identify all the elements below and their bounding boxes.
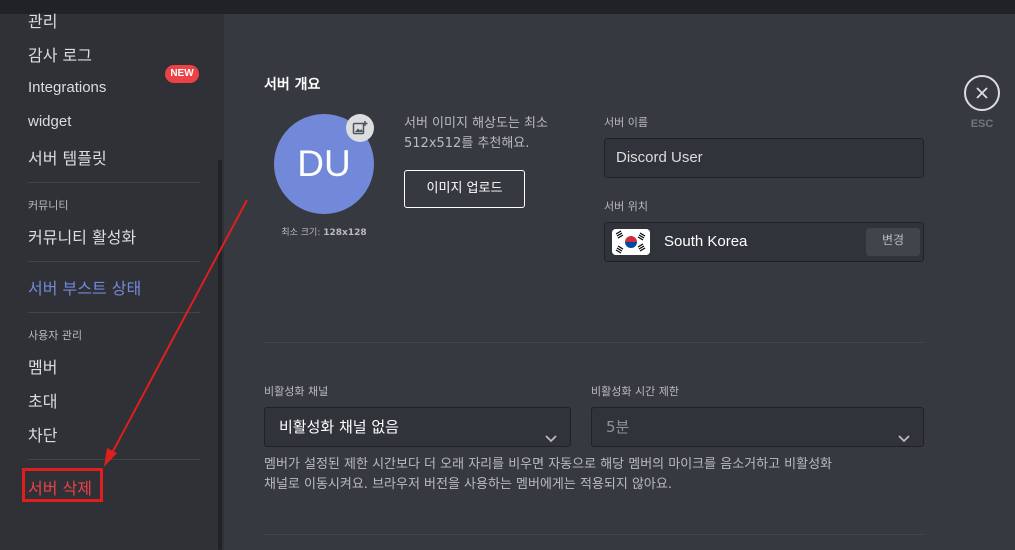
close-button[interactable]: [964, 75, 1000, 111]
afk-channel-label: 비활성화 채널: [264, 385, 329, 398]
sidebar-scrollbar[interactable]: [218, 160, 222, 550]
server-name-input[interactable]: Discord User: [604, 138, 924, 178]
sidebar-item-audit-log[interactable]: 감사 로그: [28, 42, 92, 66]
new-badge: NEW: [165, 65, 199, 83]
upload-image-button[interactable]: 이미지 업로드: [404, 170, 525, 208]
annotation-highlight-box: [22, 468, 103, 502]
add-image-icon[interactable]: [346, 114, 374, 142]
afk-channel-select[interactable]: 비활성화 채널 없음: [264, 407, 571, 447]
sidebar-divider: [28, 182, 200, 183]
image-hint: 서버 이미지 해상도는 최소 512x512를 추천해요.: [404, 116, 548, 151]
afk-timeout-select[interactable]: 5분: [591, 407, 924, 447]
afk-channel-value: 비활성화 채널 없음: [279, 418, 399, 436]
sidebar-divider: [28, 312, 200, 313]
sidebar-item-template[interactable]: 서버 템플릿: [28, 145, 107, 169]
sidebar-item-manage[interactable]: 관리: [28, 8, 57, 32]
sidebar-item-boost-status[interactable]: 서버 부스트 상태: [28, 275, 141, 299]
section-divider: [264, 342, 924, 343]
server-region-value: South Korea: [664, 233, 748, 250]
sidebar-header-user-management: 사용자 관리: [28, 329, 83, 342]
chevron-down-icon: [897, 421, 911, 459]
sidebar-divider: [28, 261, 200, 262]
sidebar-item-invites[interactable]: 초대: [28, 388, 57, 412]
server-name-label: 서버 이름: [604, 116, 648, 129]
page-title: 서버 개요: [264, 77, 321, 93]
sidebar-item-bans[interactable]: 차단: [28, 422, 57, 446]
afk-timeout-value: 5분: [606, 418, 630, 436]
window-top-bar: [0, 0, 1015, 14]
sidebar-item-integrations[interactable]: Integrations: [28, 79, 106, 96]
sidebar-divider: [28, 459, 200, 460]
section-divider: [264, 534, 924, 535]
sidebar-header-community: 커뮤니티: [28, 199, 69, 212]
sidebar-item-members[interactable]: 멤버: [28, 354, 57, 378]
sidebar-item-community-enable[interactable]: 커뮤니티 활성화: [28, 224, 136, 248]
afk-description: 멤버가 설정된 제한 시간보다 더 오래 자리를 비우면 자동으로 해당 멤버의…: [264, 457, 833, 492]
server-region-label: 서버 위치: [604, 200, 648, 213]
sidebar-item-widget[interactable]: widget: [28, 113, 71, 130]
esc-label: ESC: [970, 118, 994, 130]
change-region-button[interactable]: 변경: [866, 228, 920, 256]
min-size-caption: 최소 크기: 128x128: [281, 228, 367, 238]
afk-timeout-label: 비활성화 시간 제한: [591, 385, 679, 398]
chevron-down-icon: [544, 421, 558, 459]
close-icon: [976, 87, 988, 99]
korea-flag-icon: [612, 229, 650, 255]
